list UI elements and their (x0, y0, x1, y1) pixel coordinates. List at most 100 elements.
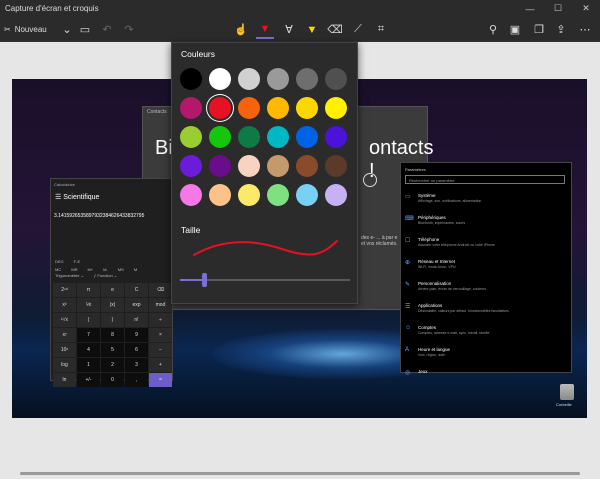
settings-item-name: Téléphone (418, 237, 440, 242)
calc-key[interactable]: xʸ (53, 328, 76, 342)
calc-key[interactable]: n! (125, 313, 148, 327)
calc-key[interactable]: ( (77, 313, 100, 327)
calculator-mode: ☰ Scientifique (55, 194, 100, 201)
highlighter-icon[interactable]: ▼ (303, 20, 321, 39)
pen-options-popup: Couleurs Taille (171, 42, 358, 304)
calculator-title: Calculatrice (54, 182, 75, 187)
calculator-memory-row: DEG F-E (55, 259, 80, 264)
calc-key[interactable]: ⅟x (77, 298, 100, 312)
calc-ms[interactable]: MS (118, 267, 124, 272)
settings-item[interactable]: ▭ Système Affichage, son, notifications, a… (405, 193, 509, 215)
calc-key[interactable]: − (149, 343, 172, 357)
copy-icon[interactable]: ❐ (530, 20, 548, 39)
calc-key[interactable]: + (149, 358, 172, 372)
calculator-window: Calculatrice ☰ Scientifique 3.1415926535… (50, 178, 173, 387)
calc-key[interactable]: mod (149, 298, 172, 312)
calc-trig[interactable]: Trigonométrie ⌄ (55, 273, 84, 278)
calc-key[interactable]: 5 (101, 343, 124, 357)
save-icon[interactable]: ▣ (506, 20, 524, 39)
calc-key[interactable]: 0 (101, 373, 124, 387)
chevron-down-icon[interactable]: ⌄ (58, 20, 76, 39)
calc-key[interactable]: |x| (101, 298, 124, 312)
settings-item[interactable]: ◎ Jeux (405, 369, 509, 391)
crop-icon[interactable]: ⌗ (372, 20, 390, 39)
calc-key[interactable]: × (149, 328, 172, 342)
redo-icon[interactable]: ↷ (120, 20, 138, 39)
calculator-display: 3.14159265358979323846264338327​95 (54, 213, 145, 219)
recycle-bin-icon (560, 384, 574, 400)
settings-search-input[interactable]: Rechercher un paramètre (405, 175, 565, 184)
calc-key[interactable]: ln (53, 373, 76, 387)
calc-mc[interactable]: MC (55, 267, 61, 272)
calc-key[interactable]: 6 (125, 343, 148, 357)
eraser-icon[interactable]: ⌫ (326, 20, 344, 39)
stroke-preview (193, 240, 338, 256)
settings-item[interactable]: ✎ Personnalisation Arrière-plan, écran de … (405, 281, 509, 303)
settings-item-text: Heure et langue Voix, région, date (418, 347, 450, 369)
settings-item[interactable]: ⌨ Périphériques Bluetooth, imprimantes, so… (405, 215, 509, 237)
settings-item-desc: Comptes, adresse e-mail, sync, travail, … (418, 331, 490, 335)
calc-key[interactable]: 4 (77, 343, 100, 357)
settings-item-name: Jeux (418, 369, 428, 374)
calc-key[interactable]: 8 (101, 328, 124, 342)
calc-key[interactable]: +/- (77, 373, 100, 387)
settings-item-text: Comptes Comptes, adresse e-mail, sync, tr… (418, 325, 489, 347)
touch-writing-icon[interactable]: ☝ (232, 20, 250, 39)
size-slider-thumb (202, 273, 207, 287)
settings-item[interactable]: A Heure et langue Voix, région, date (405, 347, 509, 369)
calculator-keypad: 2ⁿᵈ π e C ⌫ x² ⅟x |x| exp mod ²√x() n! ÷ xʸ 7 8 9 × 10ˣ 4 5 6… (53, 283, 172, 387)
close-button[interactable]: ✕ (572, 0, 600, 17)
undo-icon[interactable]: ↶ (98, 20, 116, 39)
settings-item[interactable]: ☺ Comptes Comptes, adresse e-mail, sync, t… (405, 325, 509, 347)
calc-key[interactable]: ²√x (53, 313, 76, 327)
calc-key[interactable]: 3 (125, 358, 148, 372)
calc-key[interactable]: ÷ (149, 313, 172, 327)
settings-item-icon: ✎ (405, 282, 411, 288)
calc-mplus[interactable]: M+ (87, 267, 93, 272)
calc-key[interactable]: exp (125, 298, 148, 312)
settings-item-name: Personnalisation (418, 281, 452, 286)
calc-key[interactable]: ⌫ (149, 283, 172, 297)
calc-mr[interactable]: MR (71, 267, 77, 272)
calc-key[interactable]: 10ˣ (53, 343, 76, 357)
new-button[interactable]: ✂ Nouveau (4, 20, 47, 39)
settings-item[interactable]: ⊕ Réseau et Internet Wi-Fi, mode Avion, VP… (405, 259, 509, 281)
settings-item-icon: ☐ (405, 238, 411, 244)
calc-key[interactable]: log (53, 358, 76, 372)
settings-item-name: Applications (418, 303, 443, 308)
pencil-icon[interactable]: ∀ (280, 20, 298, 39)
calc-mminus[interactable]: M- (103, 267, 108, 272)
calc-key[interactable]: , (125, 373, 148, 387)
horizontal-scrollbar[interactable] (20, 472, 580, 475)
settings-item-text: Périphériques Bluetooth, imprimantes, sou… (418, 215, 465, 237)
calc-key[interactable]: 9 (125, 328, 148, 342)
settings-item-desc: Associer votre téléphone Android ou votr… (418, 243, 495, 247)
settings-item-text: Système Affichage, son, notifications, al… (418, 193, 481, 215)
maximize-button[interactable]: ☐ (544, 0, 572, 17)
calc-key[interactable]: ) (101, 313, 124, 327)
calc-key[interactable]: C (125, 283, 148, 297)
calc-key[interactable]: x² (53, 298, 76, 312)
calc-deg[interactable]: DEG (55, 259, 64, 264)
ruler-icon[interactable]: ⟋ (349, 20, 367, 39)
snip-icon: ✂ (4, 25, 11, 34)
calc-key[interactable]: 7 (77, 328, 100, 342)
ballpoint-pen-icon[interactable]: ▼ (256, 20, 274, 39)
share-icon[interactable]: ⇪ (552, 20, 570, 39)
calc-m[interactable]: M (134, 267, 137, 272)
settings-item[interactable]: ☐ Téléphone Associer votre téléphone Andro… (405, 237, 509, 259)
settings-item-name: Système (418, 193, 436, 198)
calc-key[interactable]: 2 (101, 358, 124, 372)
calc-fe[interactable]: F-E (74, 259, 80, 264)
calc-key[interactable]: = (149, 373, 172, 387)
zoom-icon[interactable]: ⚲ (484, 20, 502, 39)
more-icon[interactable]: ⋯ (576, 20, 594, 39)
calc-key[interactable]: π (77, 283, 100, 297)
folder-icon[interactable]: ▭ (76, 20, 94, 39)
calc-key[interactable]: 1 (77, 358, 100, 372)
calc-key[interactable]: e (101, 283, 124, 297)
minimize-button[interactable]: — (516, 0, 544, 17)
calc-func[interactable]: ƒ Fonction ⌄ (94, 273, 117, 278)
settings-item[interactable]: ☰ Applications Désinstaller, valeurs par d… (405, 303, 509, 325)
calc-key[interactable]: 2ⁿᵈ (53, 283, 76, 297)
